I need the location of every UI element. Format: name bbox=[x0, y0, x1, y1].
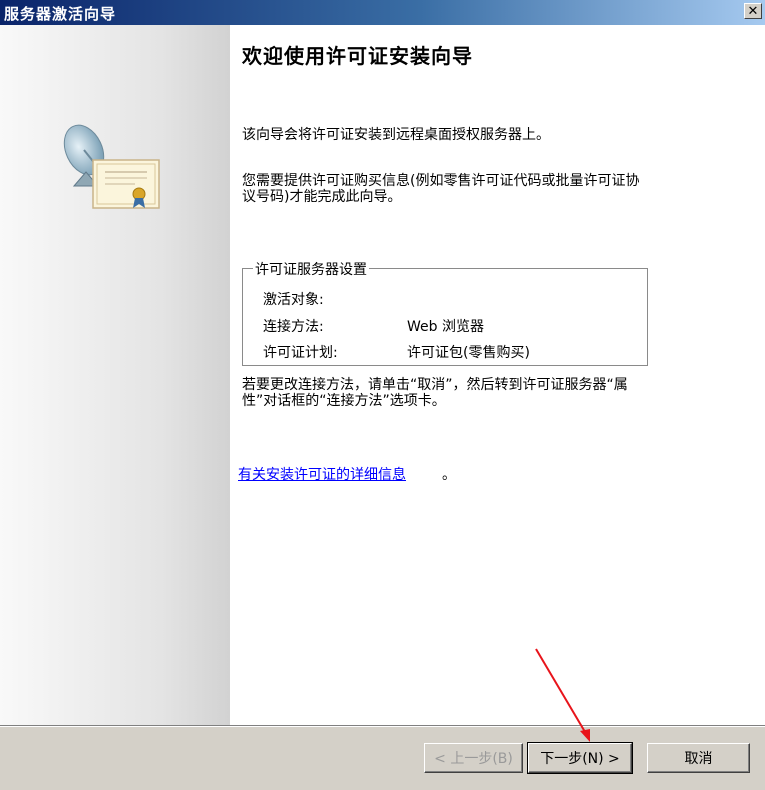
license-program-row: 许可证计划: 许可证包(零售购买) bbox=[263, 342, 530, 362]
next-button[interactable]: 下一步(N) > bbox=[527, 742, 633, 774]
intro-text: 该向导会将许可证安装到远程桌面授权服务器上。 bbox=[242, 127, 550, 143]
license-program-label: 许可证计划: bbox=[263, 345, 338, 361]
requirement-text: 您需要提供许可证购买信息(例如零售许可证代码或批量许可证协议号码)才能完成此向导… bbox=[242, 173, 640, 205]
license-server-settings-group: 许可证服务器设置 激活对象: 连接方法: Web 浏览器 许可证计划: 许可证包… bbox=[242, 259, 648, 366]
connection-method-label: 连接方法: bbox=[263, 319, 324, 335]
window-title: 服务器激活向导 bbox=[4, 5, 117, 23]
activation-target-label: 激活对象: bbox=[263, 292, 324, 308]
back-button[interactable]: < 上一步(B) bbox=[424, 743, 523, 773]
activation-target-row: 激活对象: bbox=[263, 289, 324, 309]
title-bar: 服务器激活向导 ✕ bbox=[0, 0, 765, 25]
close-icon: ✕ bbox=[747, 3, 759, 19]
wizard-side-panel bbox=[0, 25, 230, 725]
link-suffix: 。 bbox=[442, 467, 456, 483]
cancel-button[interactable]: 取消 bbox=[647, 743, 750, 773]
connection-method-value: Web 浏览器 bbox=[407, 319, 484, 335]
close-button[interactable]: ✕ bbox=[744, 3, 762, 19]
settings-group-title: 许可证服务器设置 bbox=[253, 259, 369, 279]
page-title: 欢迎使用许可证安装向导 bbox=[242, 44, 473, 68]
wizard-content: 欢迎使用许可证安装向导 该向导会将许可证安装到远程桌面授权服务器上。 您需要提供… bbox=[230, 25, 765, 725]
certificate-satellite-icon bbox=[63, 124, 160, 209]
license-info-link[interactable]: 有关安装许可证的详细信息 bbox=[238, 464, 406, 484]
button-bar: < 上一步(B) 下一步(N) > 取消 bbox=[0, 725, 765, 790]
connection-method-row: 连接方法: Web 浏览器 bbox=[263, 316, 484, 336]
license-program-value: 许可证包(零售购买) bbox=[407, 345, 530, 361]
change-method-note: 若要更改连接方法，请单击“取消”，然后转到许可证服务器“属性”对话框的“连接方法… bbox=[242, 377, 628, 409]
